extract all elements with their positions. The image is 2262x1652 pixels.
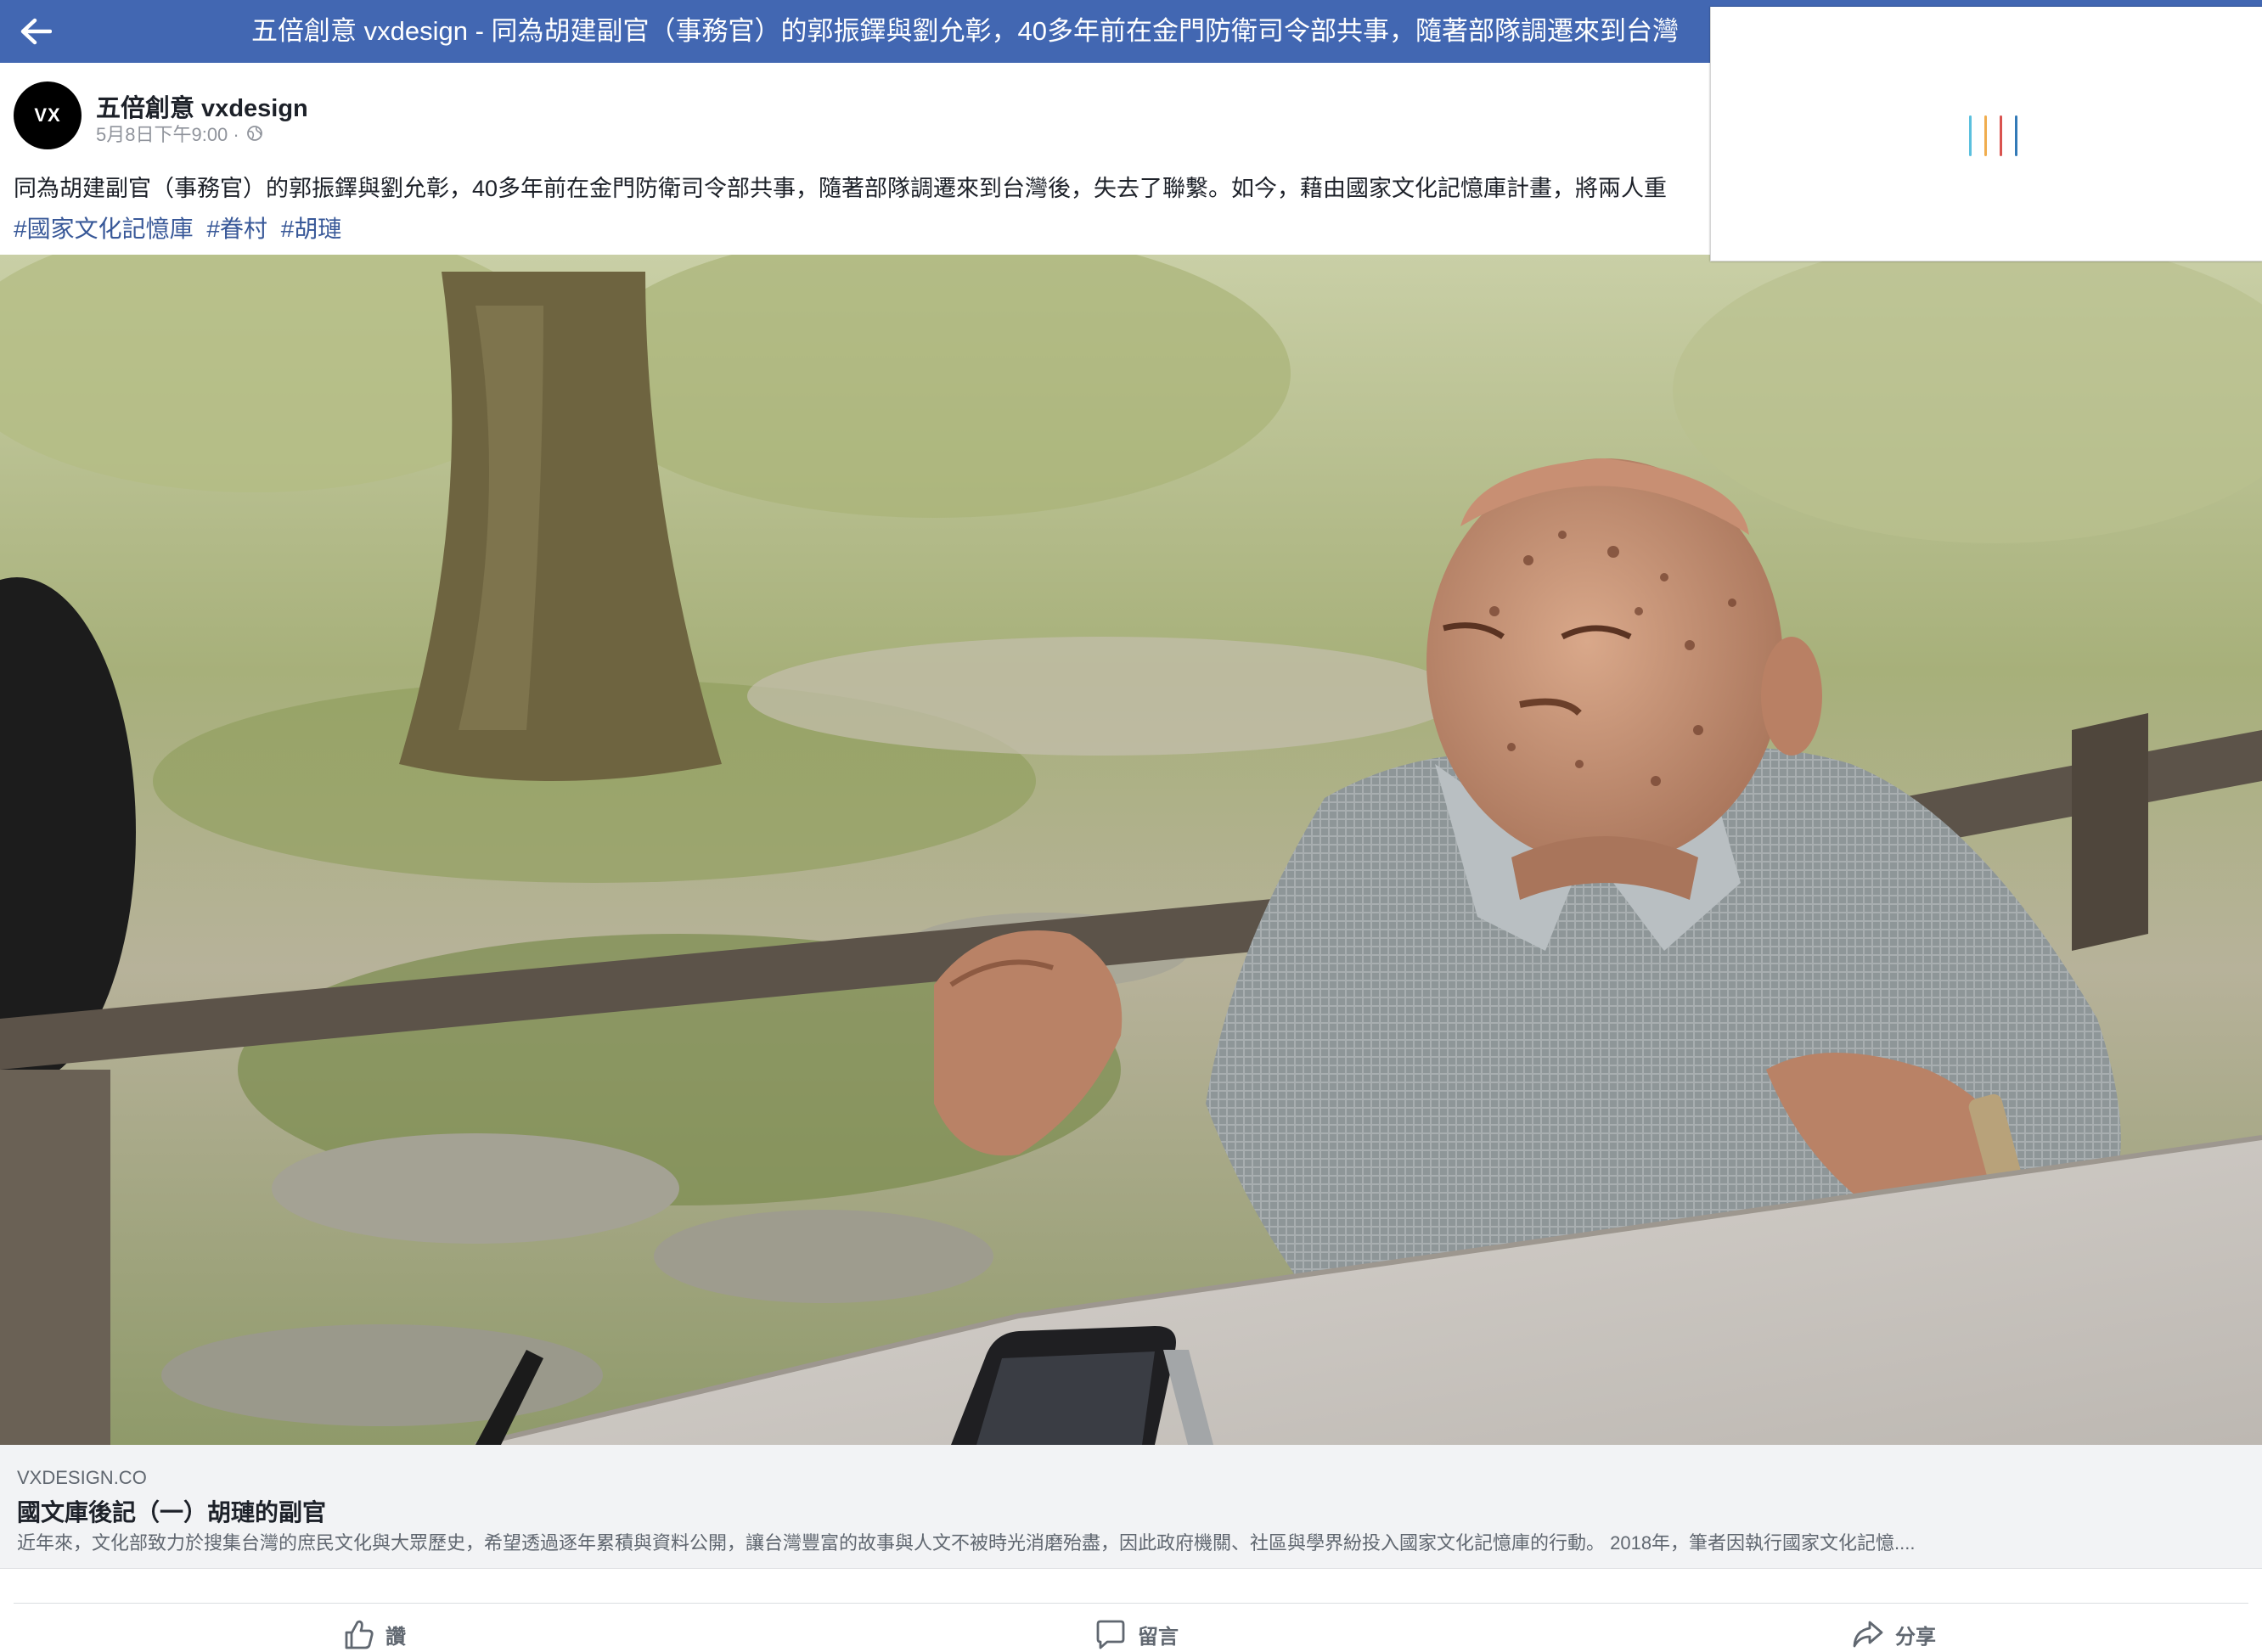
loader-bar [2000, 115, 2002, 156]
back-button[interactable] [12, 8, 59, 54]
hashtag-link[interactable]: #國家文化記憶庫 [14, 216, 194, 242]
like-label: 讚 [385, 1625, 406, 1649]
link-title: 國文庫後記（一）胡璉的副官 [17, 1499, 327, 1526]
comment-bubble-icon [1096, 1620, 1125, 1649]
globe-icon [246, 126, 262, 141]
post-timestamp: 5月8日下午9:00 · [96, 120, 263, 147]
hashtag-link[interactable]: #眷村 [206, 216, 267, 242]
photo-scene [0, 255, 2262, 1445]
author-name[interactable]: 五倍創意 vxdesign [96, 88, 308, 124]
share-label: 分享 [1895, 1625, 1936, 1649]
link-preview[interactable]: VXDESIGN.CO 國文庫後記（一）胡璉的副官 近年來，文化部致力於搜集台灣… [0, 1445, 2262, 1569]
share-arrow-icon [1853, 1621, 1883, 1648]
comment-button[interactable]: 留言 [1094, 1616, 1179, 1652]
timestamp-text[interactable]: 5月8日下午9:00 · [96, 120, 239, 147]
avatar[interactable]: VX [14, 81, 82, 149]
link-description: 近年來，文化部致力於搜集台灣的庶民文化與大眾歷史，希望透過逐年累積與資料公開，讓… [17, 1532, 1916, 1554]
loading-panel [1710, 7, 2262, 261]
like-button[interactable]: 讚 [341, 1616, 406, 1652]
post-photo[interactable] [0, 255, 2262, 1445]
comment-label: 留言 [1138, 1625, 1179, 1649]
thumbs-up-icon [345, 1620, 374, 1649]
post-text: 同為胡建副官（事務官）的郭振鐸與劉允彰，40多年前在金門防衛司令部共事，隨著部隊… [14, 176, 1668, 201]
loader-bar [2015, 115, 2017, 156]
loader-bar [1969, 115, 1972, 156]
loading-spinner-icon [1957, 109, 2025, 160]
hashtag-list: #國家文化記憶庫 #眷村 #胡璉 [14, 211, 348, 244]
post-viewer: 五倍創意 vxdesign - 同為胡建副官（事務官）的郭振鐸與劉允彰，40多年… [0, 0, 2262, 1652]
page-title: 五倍創意 vxdesign - 同為胡建副官（事務官）的郭振鐸與劉允彰，40多年… [251, 16, 1679, 46]
loader-bar [1984, 115, 1987, 156]
share-button[interactable]: 分享 [1851, 1616, 1936, 1652]
link-domain: VXDESIGN.CO [17, 1467, 147, 1488]
hashtag-link[interactable]: #胡璉 [281, 216, 342, 242]
action-divider [14, 1603, 2248, 1604]
back-arrow-icon [20, 18, 52, 45]
